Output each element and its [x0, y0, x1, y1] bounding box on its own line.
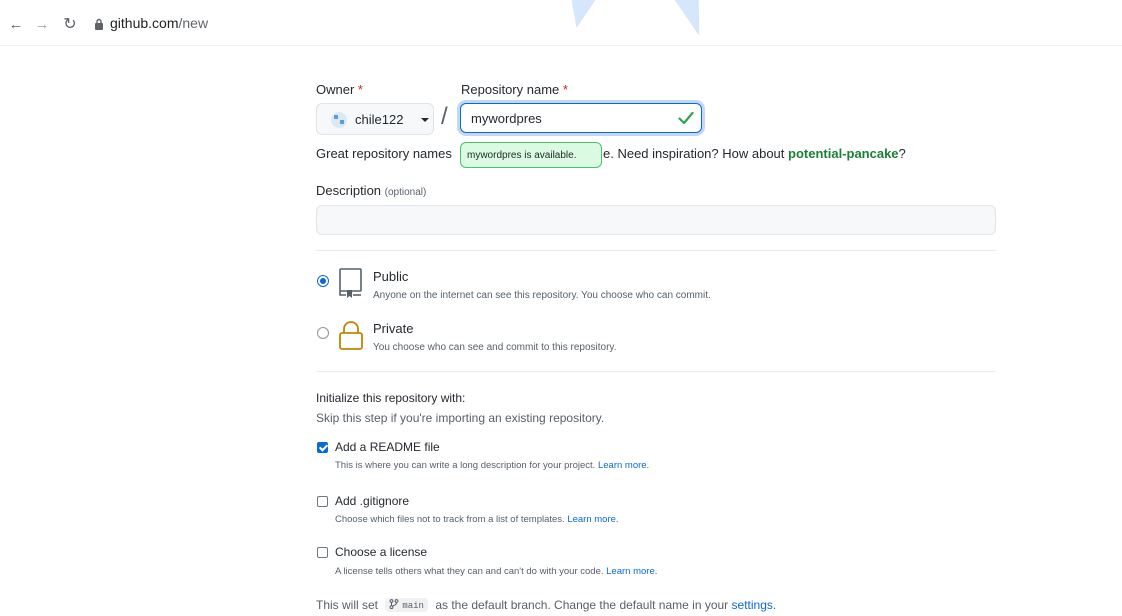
repo-book-icon	[339, 268, 362, 298]
availability-tooltip: mywordpres is available.	[460, 142, 602, 168]
avatar	[331, 112, 347, 128]
readme-learn-more-link[interactable]: Learn more.	[598, 460, 649, 471]
readme-checkbox[interactable]	[317, 442, 328, 453]
repo-name-label: Repository name *	[461, 82, 568, 97]
description-label-text: Description	[316, 183, 382, 198]
gitignore-desc: Choose which files not to track from a l…	[335, 514, 619, 525]
license-desc: A license tells others what they can and…	[335, 566, 657, 577]
owner-select-button[interactable]: chile122	[316, 103, 434, 135]
reload-icon[interactable]: ↻	[62, 17, 78, 33]
caret-down-icon	[421, 118, 429, 122]
git-branch-icon	[389, 599, 399, 609]
hint-prefix: Great repository names	[316, 146, 452, 161]
readme-desc: This is where you can write a long descr…	[335, 460, 649, 471]
public-desc: Anyone on the internet can see this repo…	[373, 290, 711, 301]
private-radio[interactable]	[317, 327, 329, 339]
description-input[interactable]	[316, 205, 996, 235]
decorative-accent	[564, 0, 596, 28]
name-hint: Great repository names	[316, 146, 452, 161]
license-desc-text: A license tells others what they can and…	[335, 566, 604, 577]
required-mark: *	[357, 82, 363, 97]
branch-middle: as the default branch. Change the defaul…	[435, 598, 729, 612]
owner-repo-separator: /	[441, 103, 448, 130]
init-section-title: Initialize this repository with:	[316, 391, 466, 405]
public-title: Public	[373, 269, 409, 284]
required-mark: *	[562, 82, 568, 97]
divider	[316, 371, 996, 372]
license-checkbox[interactable]	[317, 547, 328, 558]
gitignore-desc-text: Choose which files not to track from a l…	[335, 514, 565, 525]
readme-desc-text: This is where you can write a long descr…	[335, 460, 596, 471]
hint-middle: e. Need inspiration? How about	[603, 146, 789, 161]
repo-name-label-text: Repository name	[461, 82, 560, 97]
gitignore-learn-more-link[interactable]: Learn more.	[567, 514, 618, 525]
license-title: Choose a license	[335, 545, 428, 559]
default-branch-notice: This will set main as the default branch…	[316, 598, 776, 612]
private-title: Private	[373, 321, 414, 336]
browser-address-bar: ← → ↻ github.com/new	[0, 0, 1122, 46]
gitignore-title: Add .gitignore	[335, 494, 410, 508]
repo-name-input[interactable]	[460, 103, 702, 133]
optional-tag: (optional)	[384, 187, 427, 198]
gitignore-checkbox[interactable]	[317, 496, 328, 507]
name-suggestion-link[interactable]: potential-pancake	[788, 146, 899, 161]
hint-suffix: ?	[898, 146, 906, 161]
url-path: /new	[178, 15, 209, 31]
back-arrow-icon[interactable]: ←	[8, 17, 24, 33]
name-hint-continued: e. Need inspiration? How about potential…	[603, 146, 906, 161]
owner-label-text: Owner	[316, 82, 355, 97]
branch-suffix: .	[772, 598, 777, 612]
url-host: github.com	[110, 15, 179, 31]
lock-icon	[339, 321, 363, 350]
decorative-accent	[674, 0, 714, 36]
branch-name-chip: main	[385, 598, 428, 612]
lock-icon	[95, 18, 103, 30]
branch-prefix: This will set	[316, 598, 379, 612]
owner-name: chile122	[355, 112, 404, 127]
init-section-subtitle: Skip this step if you're importing an ex…	[316, 411, 605, 425]
owner-label: Owner *	[316, 82, 363, 97]
url-field[interactable]: github.com/new	[110, 15, 208, 31]
license-learn-more-link[interactable]: Learn more.	[606, 566, 657, 577]
private-desc: You choose who can see and commit to thi…	[373, 342, 617, 353]
divider	[316, 250, 996, 251]
branch-name: main	[402, 601, 424, 611]
forward-arrow-icon[interactable]: →	[34, 17, 50, 33]
check-icon	[678, 111, 694, 125]
public-radio[interactable]	[317, 275, 329, 287]
description-label: Description (optional)	[316, 183, 426, 198]
settings-link[interactable]: settings	[732, 598, 773, 612]
readme-title: Add a README file	[335, 440, 440, 454]
